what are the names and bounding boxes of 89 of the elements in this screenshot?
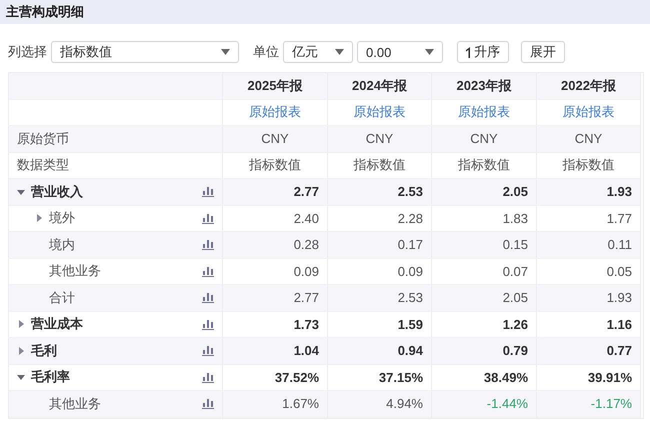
table-cell: 2.40 — [223, 206, 328, 232]
bar-chart-icon[interactable] — [202, 398, 214, 410]
table-cell: 0.17 — [328, 232, 432, 258]
table-cell: 2.77 — [223, 179, 328, 206]
row-label: 其他业务 — [49, 262, 101, 280]
row-label: 其他业务 — [49, 394, 101, 413]
row-label: 毛利率 — [31, 368, 70, 386]
table-cell: 2.77 — [223, 285, 328, 312]
table-cell: 0.09 — [223, 258, 328, 285]
table-cell: 1.93 — [537, 179, 641, 206]
unit-select[interactable]: 亿元 — [283, 41, 353, 63]
bar-chart-icon[interactable] — [202, 186, 214, 198]
bar-chart-icon[interactable] — [202, 212, 214, 224]
table-cell: 1.16 — [537, 312, 641, 338]
row-label: 境外 — [49, 209, 75, 228]
table-cell: CNY — [328, 126, 432, 152]
row-label: 营业成本 — [31, 315, 83, 334]
table-cell: 0.07 — [432, 258, 537, 285]
bar-chart-icon[interactable] — [202, 266, 214, 277]
column-select-label: 列选择 — [8, 43, 47, 61]
row-label: 数据类型 — [9, 152, 223, 179]
table-cell: 2.53 — [328, 179, 432, 206]
sort-up-icon — [466, 46, 472, 58]
caret-down-icon[interactable] — [17, 188, 25, 196]
column-header: 2023年报 — [432, 73, 537, 100]
table-cell: 0.28 — [223, 232, 328, 258]
table-cell: 1.04 — [223, 338, 328, 364]
column-header: 2025年报 — [223, 73, 328, 100]
row-label: 境内 — [49, 236, 75, 254]
table-cell: 指标数值 — [432, 152, 537, 179]
row-label: 原始货币 — [9, 126, 223, 152]
table-cell: 37.52% — [223, 364, 328, 391]
caret-right-icon[interactable] — [17, 320, 25, 328]
bar-chart-icon[interactable] — [202, 239, 214, 250]
table-cell: 指标数值 — [223, 152, 328, 179]
table-cell: 1.59 — [328, 312, 432, 338]
caret-right-icon[interactable] — [35, 214, 43, 222]
report-link[interactable]: 原始报表 — [562, 103, 614, 122]
caret-right-icon[interactable] — [17, 346, 25, 355]
expand-button[interactable]: 展开 — [521, 41, 565, 63]
report-link[interactable]: 原始报表 — [354, 103, 406, 122]
report-link[interactable]: 原始报表 — [249, 103, 301, 122]
report-link[interactable]: 原始报表 — [458, 103, 510, 122]
sort-button[interactable]: 升序 — [457, 41, 509, 63]
bar-chart-icon[interactable] — [202, 372, 214, 383]
table-cell: 39.91% — [537, 364, 641, 391]
table-cell: 1.67% — [223, 391, 328, 418]
table-cell: 指标数值 — [328, 152, 432, 179]
row-label: 营业收入 — [31, 182, 83, 201]
row-label: 毛利 — [31, 342, 57, 360]
unit-label: 单位 — [253, 43, 279, 61]
precision-select[interactable]: 0.00 — [357, 41, 443, 63]
bar-chart-icon[interactable] — [202, 292, 214, 304]
column-header: 2024年报 — [328, 73, 432, 100]
caret-down-icon — [425, 49, 434, 55]
caret-down-icon — [335, 49, 344, 55]
table-cell: 0.11 — [537, 232, 641, 258]
table-cell: 0.79 — [432, 338, 537, 364]
table-cell: 2.05 — [432, 285, 537, 312]
table-cell: CNY — [432, 126, 537, 152]
table-cell: 0.05 — [537, 258, 641, 285]
table-cell: 指标数值 — [537, 152, 641, 179]
bar-chart-icon[interactable] — [202, 318, 214, 330]
table-cell: 37.15% — [328, 364, 432, 391]
section-title: 主营构成明细 — [0, 0, 650, 24]
column-header: 2022年报 — [537, 73, 641, 100]
table-cell: 0.15 — [432, 232, 537, 258]
table-cell: 1.73 — [223, 312, 328, 338]
table-cell: 38.49% — [432, 364, 537, 391]
table-cell: 0.09 — [328, 258, 432, 285]
table-cell: 0.94 — [328, 338, 432, 364]
table-cell: 2.53 — [328, 285, 432, 312]
row-label: 合计 — [49, 288, 75, 307]
table-cell: 0.77 — [537, 338, 641, 364]
bar-chart-icon[interactable] — [202, 345, 214, 356]
table-cell: -1.17% — [537, 391, 641, 418]
table-cell: CNY — [537, 126, 641, 152]
table-cell: 2.28 — [328, 206, 432, 232]
table-cell: CNY — [223, 126, 328, 152]
column-select[interactable]: 指标数值 — [51, 41, 239, 63]
table-cell: 4.94% — [328, 391, 432, 418]
table-cell: -1.44% — [432, 391, 537, 418]
table-cell: 1.77 — [537, 206, 641, 232]
caret-down-icon — [221, 49, 230, 55]
table-cell: 1.83 — [432, 206, 537, 232]
table-cell: 1.26 — [432, 312, 537, 338]
caret-down-icon[interactable] — [17, 373, 25, 382]
table-cell: 2.05 — [432, 179, 537, 206]
table-cell: 1.93 — [537, 285, 641, 312]
